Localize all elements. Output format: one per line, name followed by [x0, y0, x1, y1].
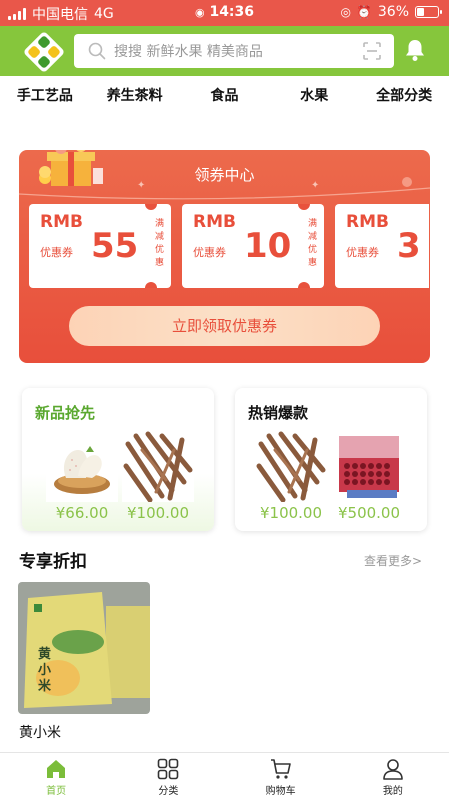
battery-fill	[417, 8, 424, 16]
category-item[interactable]: 养生茶料	[90, 78, 180, 114]
coupon-center: ✦ ✦ 领券中心 RMB 优惠券 55 满减优惠 RMB 优惠券 10 满减优惠 RMB 优惠券 3…	[19, 150, 430, 363]
coupon-amount: 55	[91, 226, 139, 266]
lock-rotation-icon: ◎	[340, 5, 351, 19]
coupon-notch	[145, 282, 157, 288]
coupon-card[interactable]: RMB 优惠券 55 满减优惠	[29, 204, 171, 288]
millet-product-image[interactable]: 黄 小 米	[18, 582, 150, 714]
tab-cart[interactable]: 购物车	[225, 753, 337, 800]
product-name[interactable]: 黄小米	[19, 722, 61, 742]
grid-icon	[158, 758, 179, 780]
coupon-list: RMB 优惠券 55 满减优惠 RMB 优惠券 10 满减优惠 RMB 优惠券 3	[29, 204, 429, 288]
tab-profile[interactable]: 我的	[337, 753, 449, 800]
dried-root-image[interactable]	[122, 430, 194, 502]
coupon-notch	[145, 204, 157, 210]
coupon-desc: 满减优惠	[155, 219, 165, 268]
coupon-amount: 3	[397, 226, 421, 266]
svg-text:小: 小	[38, 663, 51, 678]
coupon-type: 优惠券	[40, 246, 73, 259]
new-arrivals-card[interactable]: 新品抢先 ¥66.00 ¥100.00	[22, 388, 214, 531]
product-price: ¥500.00	[337, 504, 401, 522]
section-title: 专享折扣	[19, 552, 87, 572]
tab-label: 我的	[382, 786, 403, 797]
user-icon	[383, 759, 403, 780]
coupon-type: 优惠券	[193, 246, 226, 259]
category-item[interactable]: 水果	[269, 78, 359, 114]
promo-title: 新品抢先	[35, 404, 96, 422]
battery-icon	[415, 6, 442, 18]
strawberry-image[interactable]	[46, 430, 118, 502]
bottom-tab-bar: 首页 分类 购物车 我的	[0, 752, 449, 800]
alarm-icon: ⏰	[356, 5, 372, 19]
gift-box-image[interactable]	[333, 430, 405, 502]
status-right: ◎ ⏰ 36%	[340, 4, 442, 20]
battery-percent: 36%	[377, 4, 409, 20]
tab-home[interactable]: 首页	[0, 753, 112, 800]
coupon-type: 优惠券	[346, 246, 379, 259]
category-item[interactable]: 全部分类	[359, 78, 449, 114]
tab-label: 首页	[46, 786, 67, 797]
coupon-amount: 10	[244, 226, 292, 266]
promo-title: 热销爆款	[248, 404, 309, 422]
category-nav: 手工艺品 养生茶料 食品 水果 全部分类	[0, 78, 449, 114]
product-price: ¥100.00	[259, 504, 323, 522]
app-header: 搜搜 新鲜水果 精美商品	[0, 26, 449, 76]
search-input[interactable]: 搜搜 新鲜水果 精美商品	[74, 34, 394, 68]
tab-label: 分类	[158, 786, 179, 797]
status-time: 14:36	[209, 4, 255, 20]
coupon-card[interactable]: RMB 优惠券 3	[335, 204, 429, 288]
brand-logo[interactable]	[22, 30, 66, 74]
hot-sellers-card[interactable]: 热销爆款 ¥100.00 ¥500.00	[235, 388, 427, 531]
app-screen: 中国电信 4G ◉ 14:36 ◎ ⏰ 36% 搜搜 新鲜水果 精美商品 手工艺…	[0, 0, 449, 800]
location-icon: ◉	[194, 6, 205, 19]
tab-label: 购物车	[265, 786, 296, 797]
product-price: ¥66.00	[55, 504, 109, 522]
home-icon	[47, 760, 66, 778]
search-placeholder: 搜搜 新鲜水果 精美商品	[114, 44, 263, 60]
status-bar: 中国电信 4G ◉ 14:36 ◎ ⏰ 36%	[0, 0, 449, 26]
claim-coupon-button[interactable]: 立即领取优惠券	[69, 306, 380, 346]
tab-category[interactable]: 分类	[112, 753, 224, 800]
coupon-desc: 满减优惠	[308, 219, 318, 268]
cart-icon	[270, 759, 291, 779]
view-more-link[interactable]: 查看更多>	[364, 552, 422, 569]
scan-icon[interactable]	[362, 41, 382, 61]
category-item[interactable]: 食品	[180, 78, 270, 114]
coupon-currency: RMB	[193, 212, 236, 232]
coupon-currency: RMB	[40, 212, 83, 232]
coupon-currency: RMB	[346, 212, 389, 232]
svg-text:米: 米	[38, 678, 52, 694]
product-price: ¥100.00	[126, 504, 190, 522]
svg-text:黄: 黄	[38, 646, 51, 662]
category-item[interactable]: 手工艺品	[0, 78, 90, 114]
coupon-card[interactable]: RMB 优惠券 10 满减优惠	[182, 204, 324, 288]
coupon-notch	[298, 282, 310, 288]
dried-root-image[interactable]	[255, 430, 327, 502]
coupon-center-title: 领券中心	[194, 166, 255, 184]
coupon-notch	[298, 204, 310, 210]
search-icon	[88, 42, 106, 60]
notification-bell-icon[interactable]	[404, 38, 426, 62]
